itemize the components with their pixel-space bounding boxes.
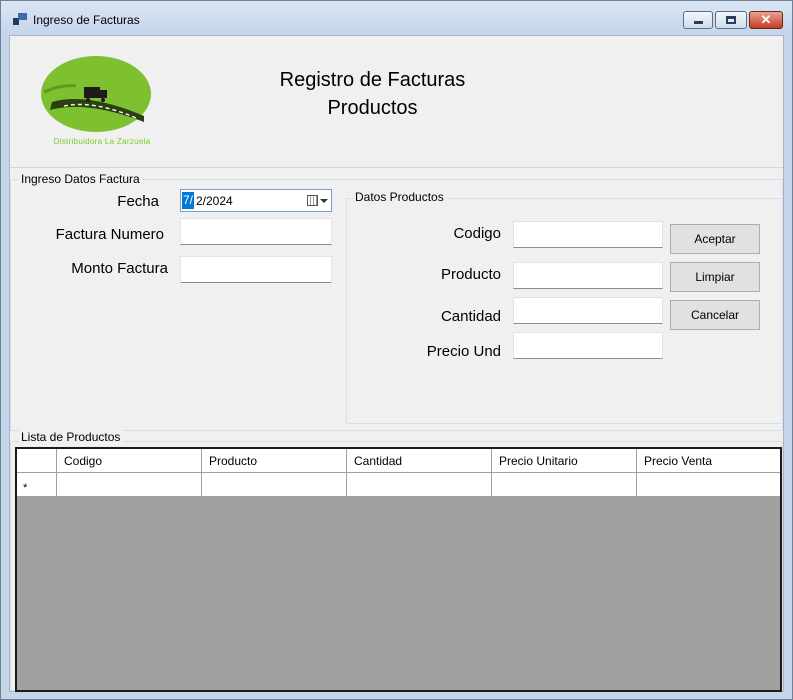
invoice-group-title: Ingreso Datos Factura xyxy=(19,172,142,186)
monto-factura-field[interactable] xyxy=(180,256,332,283)
logo-caption: Distribuidora La Zarzuela xyxy=(53,137,151,146)
products-list-title: Lista de Productos xyxy=(19,430,123,444)
cantidad-field[interactable] xyxy=(513,297,663,324)
calendar-icon[interactable] xyxy=(307,195,318,206)
cantidad-label: Cantidad xyxy=(440,308,501,325)
fecha-date-rest: 2/2024 xyxy=(196,194,233,208)
producto-label: Producto xyxy=(440,266,501,283)
maximize-button[interactable] xyxy=(715,11,747,29)
factura-numero-field[interactable] xyxy=(180,218,332,245)
factura-numero-label: Factura Numero xyxy=(55,226,164,243)
header-divider xyxy=(10,167,783,168)
codigo-label: Codigo xyxy=(453,225,501,242)
cancelar-button[interactable]: Cancelar xyxy=(670,300,760,330)
products-grid[interactable]: Codigo Producto Cantidad Precio Unitario… xyxy=(15,447,782,692)
heading-title: Registro de Facturas xyxy=(279,69,466,91)
new-row-cell-precio-unitario[interactable] xyxy=(492,473,637,497)
monto-factura-label: Monto Factura xyxy=(71,260,168,277)
fecha-label: Fecha xyxy=(117,193,159,210)
table-row-new: * xyxy=(17,473,780,497)
heading-subtitle: Productos xyxy=(327,97,418,119)
close-icon: ✕ xyxy=(760,12,772,27)
new-row-cell-precio-venta[interactable] xyxy=(637,473,780,497)
producto-field[interactable] xyxy=(513,262,663,289)
grid-header-row: Codigo Producto Cantidad Precio Unitario… xyxy=(17,449,780,473)
new-row-cell-cantidad[interactable] xyxy=(347,473,492,497)
new-row-cell-producto[interactable] xyxy=(202,473,347,497)
close-button[interactable]: ✕ xyxy=(749,11,783,29)
title-bar[interactable]: Ingreso de Facturas ✕ xyxy=(1,1,792,35)
logo-image xyxy=(41,56,151,132)
new-row-marker: * xyxy=(23,482,28,494)
row-header-corner[interactable] xyxy=(17,449,57,473)
column-header-precio-unitario[interactable]: Precio Unitario xyxy=(492,449,637,473)
app-window: Ingreso de Facturas ✕ Distribuidora La Z… xyxy=(0,0,793,700)
column-header-cantidad[interactable]: Cantidad xyxy=(347,449,492,473)
fecha-date-picker[interactable]: 7/ 2/2024 xyxy=(180,189,332,212)
precio-und-label: Precio Und xyxy=(426,343,501,360)
company-logo: Distribuidora La Zarzuela xyxy=(32,54,172,154)
minimize-button[interactable] xyxy=(683,11,713,29)
window-title: Ingreso de Facturas xyxy=(33,13,140,27)
column-header-precio-venta[interactable]: Precio Venta xyxy=(637,449,780,473)
app-icon xyxy=(13,13,27,25)
row-header-new[interactable]: * xyxy=(17,473,57,497)
limpiar-button[interactable]: Limpiar xyxy=(670,262,760,292)
new-row-cell-codigo[interactable] xyxy=(57,473,202,497)
minimize-icon xyxy=(694,21,703,24)
precio-und-field[interactable] xyxy=(513,332,663,359)
dropdown-arrow-icon[interactable] xyxy=(320,199,328,203)
fecha-day-segment[interactable]: 7/ xyxy=(182,192,194,209)
maximize-icon xyxy=(726,16,736,24)
form-heading: Registro de Facturas Productos xyxy=(265,66,480,122)
aceptar-button[interactable]: Aceptar xyxy=(670,224,760,254)
products-group-title: Datos Productos xyxy=(353,190,446,204)
form-client-area: Distribuidora La Zarzuela Registro de Fa… xyxy=(9,35,784,692)
column-header-producto[interactable]: Producto xyxy=(202,449,347,473)
column-header-codigo[interactable]: Codigo xyxy=(57,449,202,473)
codigo-field[interactable] xyxy=(513,221,663,248)
